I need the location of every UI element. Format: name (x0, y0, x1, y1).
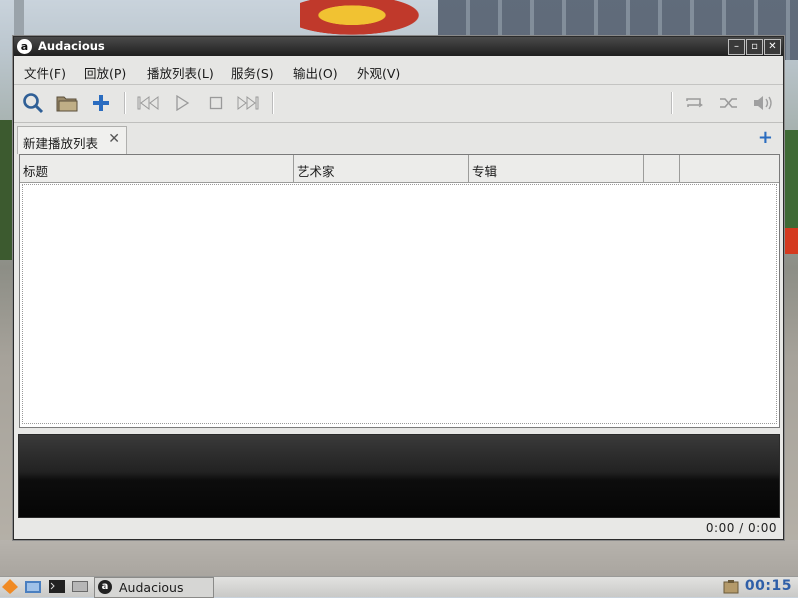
add-playlist-icon[interactable]: + (758, 127, 773, 148)
add-icon[interactable] (89, 91, 113, 115)
column-album[interactable]: 专辑 (469, 155, 644, 182)
window-title: Audacious (38, 39, 105, 53)
playlist-tabs: 新建播放列表 ✕ + (14, 123, 783, 154)
stop-icon[interactable] (204, 91, 228, 115)
column-duration[interactable] (680, 155, 778, 182)
background-ground (0, 540, 798, 576)
tab-label: 新建播放列表 (23, 136, 99, 151)
toolbar-separator (671, 92, 673, 114)
start-menu-icon[interactable] (1, 578, 19, 595)
toolbar-separator (124, 92, 126, 114)
menu-file[interactable]: 文件(F) (24, 63, 66, 82)
show-desktop-icon[interactable] (71, 578, 89, 595)
column-extra[interactable] (644, 155, 680, 182)
menu-output[interactable]: 输出(O) (293, 63, 338, 82)
search-icon[interactable] (21, 91, 45, 115)
play-icon[interactable] (170, 91, 194, 115)
taskbar: a Audacious 00:15 (0, 576, 798, 598)
volume-icon[interactable] (751, 91, 775, 115)
previous-icon[interactable] (136, 91, 160, 115)
toolbar (14, 85, 783, 123)
file-manager-icon[interactable] (24, 578, 42, 595)
maximize-button[interactable]: ▫ (746, 39, 763, 55)
tray-icon[interactable] (722, 578, 740, 595)
repeat-icon[interactable] (682, 91, 706, 115)
column-title[interactable]: 标题 (20, 155, 294, 182)
next-icon[interactable] (236, 91, 260, 115)
background-pole (14, 0, 24, 36)
playlist-header: 标题 艺术家 专辑 (20, 155, 779, 183)
audacious-app-icon[interactable]: a (17, 39, 32, 54)
minimize-button[interactable]: – (728, 39, 745, 55)
titlebar[interactable]: a Audacious – ▫ ✕ (14, 37, 783, 56)
visualizer (18, 434, 780, 518)
playlist-view[interactable]: 标题 艺术家 专辑 (19, 154, 780, 428)
column-artist[interactable]: 艺术家 (294, 155, 469, 182)
audacious-window: a Audacious – ▫ ✕ 文件(F) 回放(P) 播放列表(L) 服务… (13, 36, 784, 540)
taskbar-audacious-button[interactable]: a Audacious (94, 577, 214, 598)
background-sculpture (300, 0, 430, 38)
menu-playlist[interactable]: 播放列表(L) (147, 63, 214, 82)
menubar: 文件(F) 回放(P) 播放列表(L) 服务(S) 输出(O) 外观(V) (14, 57, 783, 85)
close-button[interactable]: ✕ (764, 39, 781, 55)
menu-playback[interactable]: 回放(P) (84, 63, 126, 82)
playback-time: 0:00 / 0:00 (705, 521, 777, 535)
terminal-icon[interactable] (48, 578, 66, 595)
menu-services[interactable]: 服务(S) (231, 63, 274, 82)
playlist-rows[interactable] (22, 184, 777, 424)
clock[interactable]: 00:15 (745, 578, 792, 594)
tab-new-playlist[interactable]: 新建播放列表 ✕ (17, 126, 127, 154)
shuffle-icon[interactable] (717, 91, 741, 115)
close-tab-icon[interactable]: ✕ (108, 131, 120, 147)
toolbar-separator (272, 92, 274, 114)
menu-view[interactable]: 外观(V) (357, 63, 400, 82)
open-folder-icon[interactable] (55, 91, 79, 115)
task-label: Audacious (119, 580, 184, 595)
audacious-task-icon: a (98, 580, 112, 594)
